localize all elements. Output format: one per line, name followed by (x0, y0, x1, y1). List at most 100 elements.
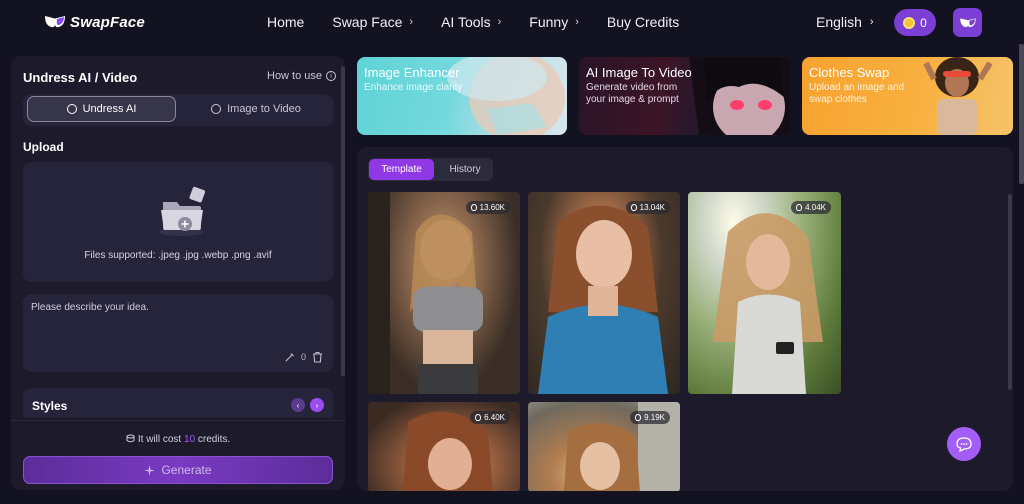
card-image-enhancer[interactable]: Image Enhancer Enhance image clarity (357, 57, 567, 135)
nav-swap-face[interactable]: Swap Face › (332, 14, 413, 30)
chevron-right-icon: › (575, 16, 579, 28)
tab-history[interactable]: History (442, 159, 488, 180)
tab-image-to-video-label: Image to Video (227, 103, 301, 115)
info-icon: i (326, 71, 337, 81)
nav-home[interactable]: Home (267, 14, 304, 30)
styles-heading: Styles (32, 399, 68, 413)
panel-scrollbar[interactable] (341, 66, 345, 376)
sparkle-icon (144, 464, 156, 476)
chat-icon (956, 436, 972, 452)
brand-name: SwapFace (70, 13, 145, 31)
gallery-item-image (538, 205, 668, 394)
chevron-right-icon: › (869, 16, 874, 28)
nav-funny-label: Funny (529, 14, 569, 30)
fire-icon (796, 204, 803, 211)
card-title: Clothes Swap (809, 65, 890, 80)
undress-icon (66, 104, 77, 114)
how-to-use-link[interactable]: How to use i (267, 70, 337, 82)
tab-undress-ai-label: Undress AI (82, 103, 137, 115)
views-badge: 9.19K (630, 411, 670, 424)
styles-section: Styles ‹ › (23, 388, 333, 418)
main-nav: Home Swap Face › AI Tools › Funny › Buy … (267, 14, 707, 30)
files-supported-text: Files supported: .jpeg .jpg .webp .png .… (84, 250, 272, 261)
gallery-item[interactable]: 4.04K (688, 192, 841, 394)
gallery-scrollbar[interactable] (1008, 194, 1012, 390)
credits-icon (126, 434, 135, 443)
prompt-char-count: 0 (300, 352, 306, 362)
cost-text: It will cost 10 credits. (11, 434, 345, 445)
fire-icon (630, 204, 637, 211)
views-count: 13.60K (479, 203, 505, 212)
page-scrollbar[interactable] (1019, 44, 1024, 184)
panel-title: Undress AI / Video (23, 70, 138, 85)
top-header: SwapFace Home Swap Face › AI Tools › Fun… (0, 0, 1024, 44)
card-desc: Generate video from your image & prompt (586, 82, 679, 105)
gallery-item-image (713, 213, 823, 394)
gallery-item[interactable]: 13.04K (528, 192, 680, 394)
gallery-item[interactable]: 13.60K (368, 192, 520, 394)
nav-home-label: Home (267, 14, 305, 30)
cost-suffix: credits. (195, 434, 231, 445)
views-count: 13.04K (639, 203, 665, 212)
views-count: 9.19K (644, 413, 665, 422)
gallery-item-image (368, 192, 483, 394)
user-avatar[interactable] (953, 8, 982, 37)
language-selector[interactable]: English › (816, 14, 874, 30)
chat-support-button[interactable] (947, 427, 981, 461)
upload-folder-icon (159, 186, 206, 236)
cost-value: 10 (183, 434, 196, 445)
upload-heading: Upload (23, 140, 64, 154)
card-desc: Enhance image clarity (364, 82, 463, 93)
prompt-tools: 0 (284, 351, 323, 363)
mask-avatar-icon (959, 17, 976, 27)
cost-prefix: It will cost (137, 434, 184, 445)
chevron-right-icon: › (409, 16, 414, 28)
how-to-use-label: How to use (267, 70, 323, 82)
brand-logo[interactable]: SwapFace (44, 13, 145, 31)
nav-buy-credits-label: Buy Credits (606, 14, 680, 30)
prompt-box: 0 (23, 294, 333, 372)
nav-buy-credits[interactable]: Buy Credits (607, 14, 679, 30)
gallery-tabs: Template History (368, 158, 493, 181)
trash-icon[interactable] (312, 351, 323, 363)
views-badge: 6.40K (470, 411, 510, 424)
language-label: English (816, 14, 862, 30)
nav-swap-face-label: Swap Face (332, 14, 403, 30)
generator-panel: Undress AI / Video How to use i Undress … (11, 56, 345, 490)
gallery-item[interactable]: 9.19K (528, 402, 680, 491)
card-title: AI Image To Video (586, 65, 692, 80)
credits-count: 0 (920, 15, 927, 30)
credits-button[interactable]: 0 (894, 9, 936, 36)
video-icon (211, 104, 222, 114)
styles-prev-button[interactable]: ‹ (291, 398, 305, 412)
prompt-input[interactable] (31, 302, 321, 342)
fire-icon (635, 414, 642, 421)
generate-button[interactable]: Generate (23, 456, 333, 484)
fire-icon (470, 204, 477, 211)
views-count: 6.40K (484, 413, 505, 422)
views-badge: 4.04K (791, 201, 831, 214)
nav-ai-tools-label: AI Tools (441, 14, 491, 30)
upload-dropzone[interactable]: Files supported: .jpeg .jpg .webp .png .… (23, 162, 333, 282)
gallery-item[interactable]: 6.40K (368, 402, 520, 491)
tab-image-to-video[interactable]: Image to Video (183, 96, 329, 122)
fire-icon (475, 414, 482, 421)
coin-icon (903, 16, 916, 29)
tab-undress-ai[interactable]: Undress AI (27, 96, 176, 122)
card-title: Image Enhancer (364, 65, 460, 80)
generate-footer: It will cost 10 credits. Generate (11, 420, 345, 490)
nav-ai-tools[interactable]: AI Tools › (441, 14, 501, 30)
generate-label: Generate (161, 463, 212, 477)
mode-tabs: Undress AI Image to Video (23, 94, 333, 126)
views-badge: 13.60K (465, 201, 510, 214)
views-badge: 13.04K (625, 201, 670, 214)
card-clothes-swap[interactable]: Clothes Swap Upload an image and swap cl… (802, 57, 1013, 135)
nav-funny[interactable]: Funny › (529, 14, 579, 30)
template-gallery: Template History 13.60K 13.04K 4.04K 6.4… (357, 147, 1013, 491)
chevron-right-icon: › (497, 16, 502, 28)
pen-icon[interactable] (284, 352, 295, 363)
card-ai-image-to-video[interactable]: AI Image To Video Generate video from yo… (579, 57, 790, 135)
mask-logo-icon (45, 16, 65, 28)
tab-template[interactable]: Template (369, 159, 434, 180)
styles-next-button[interactable]: › (310, 398, 324, 412)
